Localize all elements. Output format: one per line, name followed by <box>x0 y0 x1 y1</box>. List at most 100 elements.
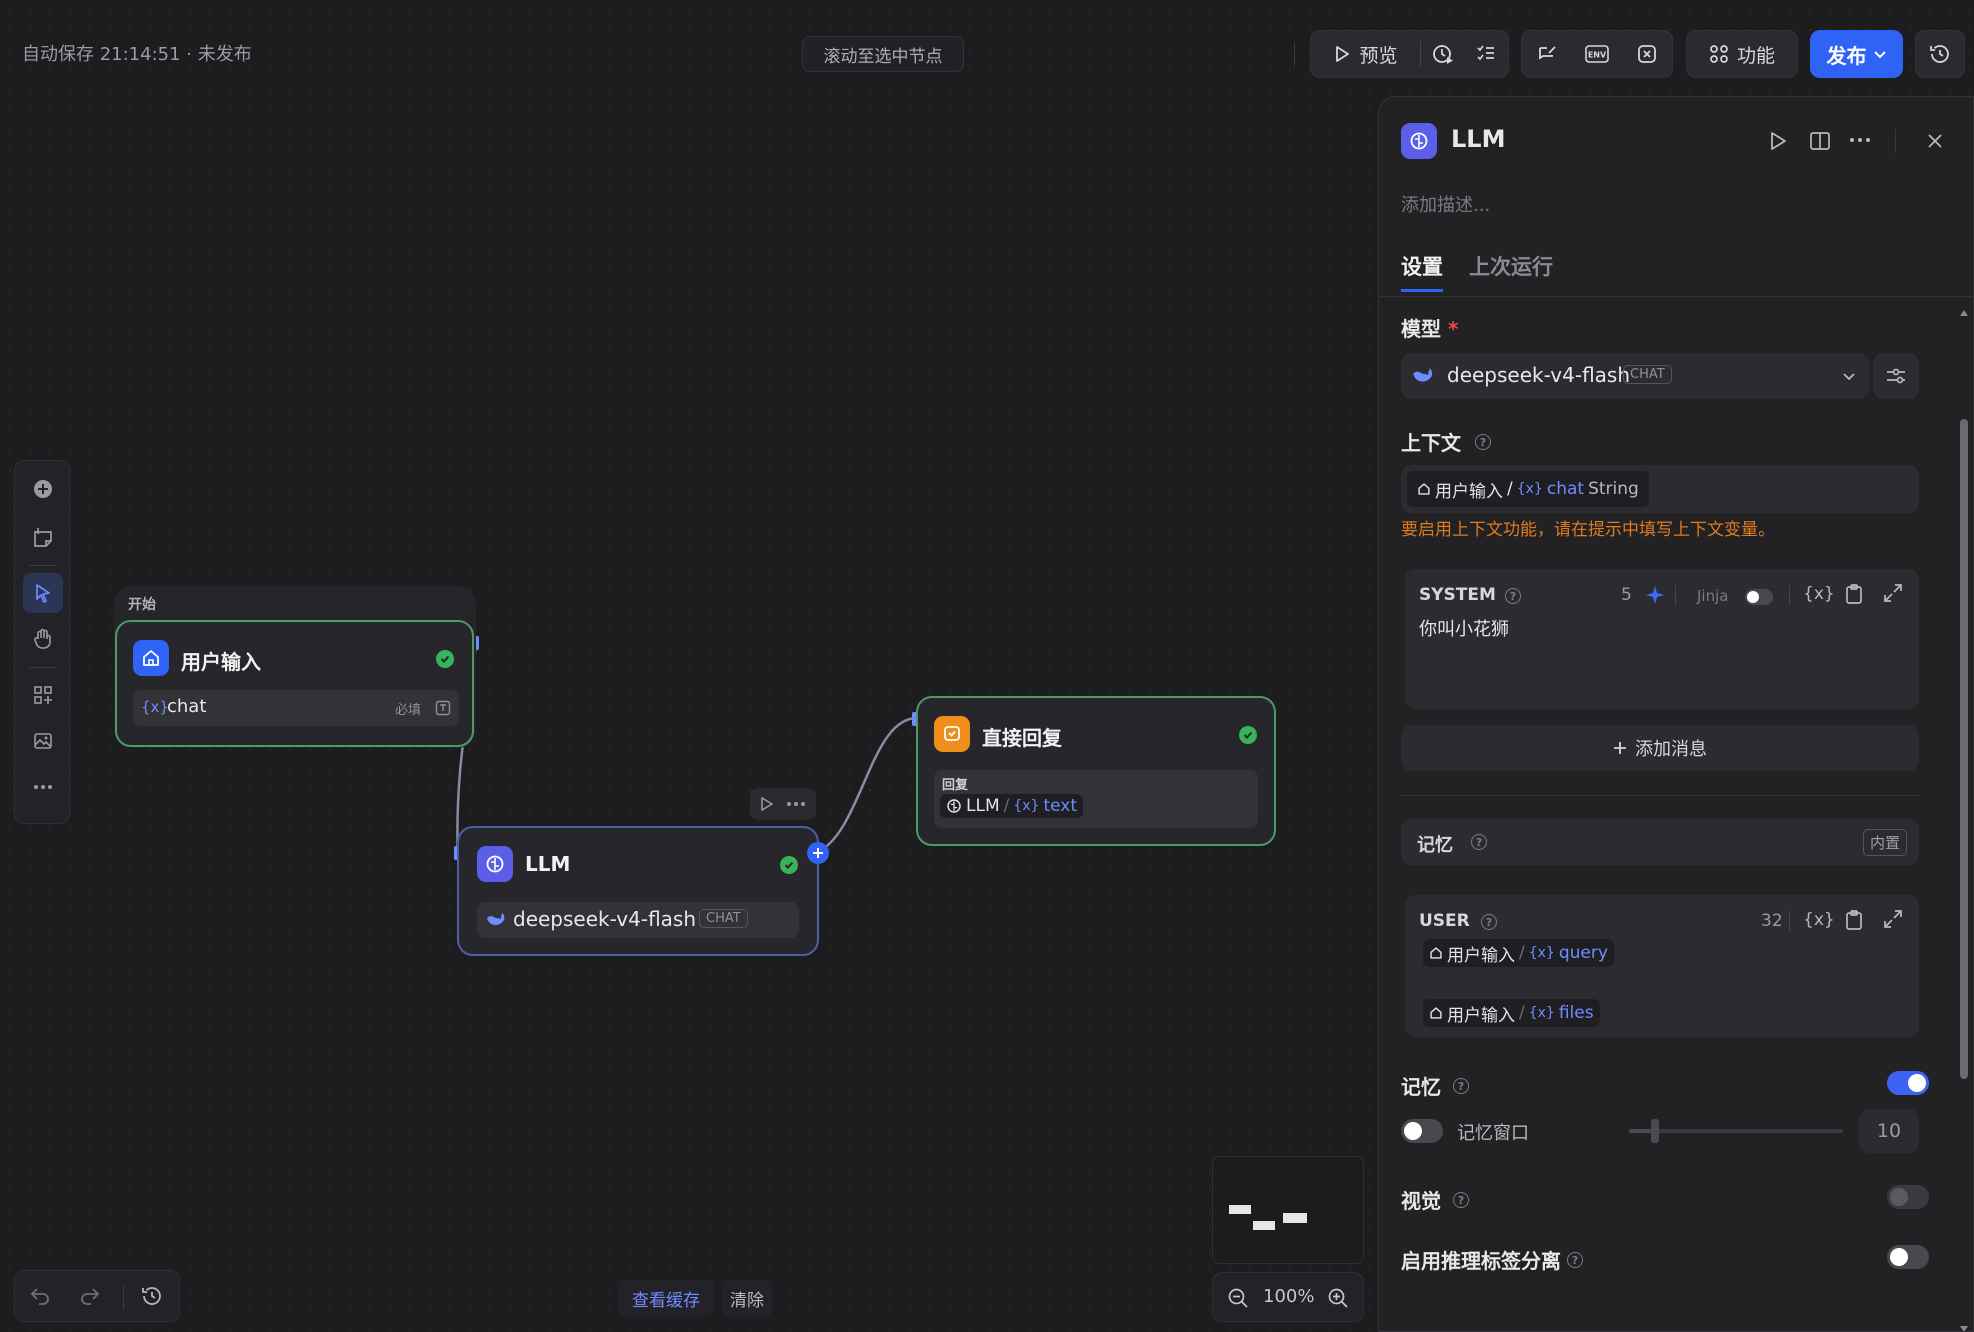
chip-var-name: query <box>1558 943 1608 963</box>
reasoning-split-toggle[interactable] <box>1887 1245 1929 1269</box>
panel-more-button[interactable] <box>1849 137 1871 143</box>
undo-button[interactable] <box>29 1285 51 1307</box>
memory-window-toggle[interactable] <box>1401 1119 1443 1143</box>
path-separator: / <box>1507 479 1513 499</box>
variable-icon: {x} <box>1516 481 1543 497</box>
llm-node[interactable]: LLM deepseek-v4-flash CHAT <box>457 826 829 956</box>
variable-icon: {x} <box>1013 798 1040 814</box>
separator <box>1675 585 1676 605</box>
help-icon[interactable]: ? <box>1453 1078 1469 1094</box>
panel-title: LLM <box>1451 125 1506 153</box>
toggle-knob <box>1890 1188 1908 1206</box>
panel-scrollbar[interactable] <box>1959 307 1969 1331</box>
add-next-node-button[interactable] <box>807 842 829 864</box>
expand-icon[interactable] <box>1883 909 1903 929</box>
memory-window-input[interactable]: 10 <box>1859 1109 1919 1153</box>
direct-reply-node[interactable]: 直接回复 回复 LLM / {x} text <box>916 696 1276 846</box>
variable-icon: {x} <box>141 698 169 716</box>
slider-handle[interactable] <box>1651 1119 1659 1143</box>
change-history-button[interactable] <box>141 1285 163 1307</box>
model-selector[interactable]: deepseek-v4-flash CHAT <box>1401 353 1869 399</box>
context-variable-chip[interactable]: 用户输入 / {x} chat String <box>1407 471 1649 507</box>
node-more-button[interactable] <box>786 801 806 807</box>
scrollbar-thumb[interactable] <box>1960 419 1968 1079</box>
system-prompt-editor[interactable]: SYSTEM ? 5 Jinja {x} 你叫小花狮 <box>1405 569 1919 709</box>
llm-brain-icon <box>477 846 513 882</box>
model-type-tag: CHAT <box>699 909 748 928</box>
minimap[interactable] <box>1212 1156 1364 1264</box>
chevron-down-icon <box>1841 369 1857 383</box>
clock-play-icon <box>1432 43 1454 65</box>
zoom-out-button[interactable] <box>1227 1287 1249 1309</box>
add-message-label: 添加消息 <box>1635 739 1707 760</box>
whale-icon <box>485 910 507 930</box>
reply-variable-chip: LLM / {x} text <box>940 794 1084 818</box>
insert-variable-icon[interactable]: {x} <box>1803 910 1835 930</box>
features-button[interactable]: 功能 <box>1686 30 1798 78</box>
close-panel-button[interactable] <box>1927 133 1943 149</box>
sparkle-icon[interactable] <box>1645 585 1665 605</box>
env-vars-button[interactable]: ENV <box>1575 31 1619 77</box>
home-icon <box>1429 946 1443 960</box>
context-var-type: String <box>1588 479 1639 499</box>
clipboard-icon[interactable] <box>1845 909 1863 931</box>
run-node-button[interactable] <box>760 796 774 812</box>
checklist-button[interactable] <box>1464 31 1508 77</box>
tab-last-run[interactable]: 上次运行 <box>1469 251 1553 281</box>
context-variable-field[interactable]: 用户输入 / {x} chat String <box>1401 465 1919 513</box>
clipboard-icon[interactable] <box>1845 583 1863 605</box>
chip-var-name: files <box>1558 1003 1594 1023</box>
publish-button[interactable]: 发布 <box>1810 30 1903 78</box>
help-icon[interactable]: ? <box>1567 1252 1583 1268</box>
memory-block[interactable]: 记忆 ? 内置 <box>1401 819 1919 865</box>
history-icon <box>1929 43 1951 65</box>
help-icon[interactable]: ? <box>1453 1192 1469 1208</box>
model-params-button[interactable] <box>1873 353 1919 399</box>
user-variable-chip[interactable]: 用户输入 / {x} query <box>1423 939 1614 967</box>
help-icon[interactable]: ? <box>1471 834 1487 850</box>
start-variable-row[interactable]: {x} chat 必填 <box>133 690 459 726</box>
llm-model-row[interactable]: deepseek-v4-flash CHAT <box>477 902 799 938</box>
env-toolbar-group: ENV <box>1521 30 1673 78</box>
memory-window-slider[interactable] <box>1629 1119 1843 1143</box>
reply-content-box[interactable]: 回复 LLM / {x} text <box>934 770 1258 828</box>
view-cache-button[interactable]: 查看缓存 <box>618 1280 714 1316</box>
add-message-button[interactable]: 添加消息 <box>1401 725 1919 771</box>
global-vars-button[interactable] <box>1625 31 1669 77</box>
memory-toggle[interactable] <box>1887 1071 1929 1095</box>
reply-field-label: 回复 <box>942 778 969 793</box>
system-prompt-text[interactable]: 你叫小花狮 <box>1419 615 1509 641</box>
version-history-button[interactable] <box>1915 30 1965 78</box>
checklist-icon <box>1476 44 1496 64</box>
llm-brain-icon <box>946 798 962 814</box>
features-icon <box>1709 44 1729 64</box>
clear-cache-button[interactable]: 清除 <box>722 1280 772 1316</box>
plus-icon <box>1613 741 1627 755</box>
insert-variable-icon[interactable]: {x} <box>1803 584 1835 604</box>
tab-settings[interactable]: 设置 <box>1401 251 1443 281</box>
user-prompt-editor[interactable]: USER ? 32 {x} 用户输入 / {x} query 用户输入 / {x… <box>1405 895 1919 1037</box>
jinja-toggle[interactable] <box>1745 589 1773 605</box>
memory-label: 记忆 <box>1401 1075 1441 1099</box>
split-view-button[interactable] <box>1809 131 1831 151</box>
help-icon[interactable]: ? <box>1505 588 1521 604</box>
env-icon: ENV <box>1585 44 1609 64</box>
node-quick-actions <box>750 788 816 820</box>
redo-button[interactable] <box>79 1285 101 1307</box>
publish-label: 发布 <box>1826 43 1867 68</box>
zoom-in-button[interactable] <box>1327 1287 1349 1309</box>
vision-toggle[interactable] <box>1887 1185 1929 1209</box>
help-icon[interactable]: ? <box>1481 914 1497 930</box>
llm-settings-panel: LLM 添加描述... 设置 上次运行 模型 * deepseek-v4-fla… <box>1378 96 1974 1332</box>
home-icon <box>133 640 169 676</box>
user-variable-chip[interactable]: 用户输入 / {x} files <box>1423 999 1600 1027</box>
help-icon[interactable]: ? <box>1475 434 1491 450</box>
conversation-vars-button[interactable] <box>1525 31 1569 77</box>
expand-icon[interactable] <box>1883 583 1903 603</box>
run-history-button[interactable] <box>1421 31 1465 77</box>
run-step-button[interactable] <box>1769 131 1787 151</box>
start-node[interactable]: 用户输入 {x} chat 必填 <box>115 620 474 747</box>
zoom-level[interactable]: 100% <box>1263 1286 1314 1307</box>
separator <box>1895 129 1896 153</box>
description-input[interactable]: 添加描述... <box>1401 191 1490 217</box>
